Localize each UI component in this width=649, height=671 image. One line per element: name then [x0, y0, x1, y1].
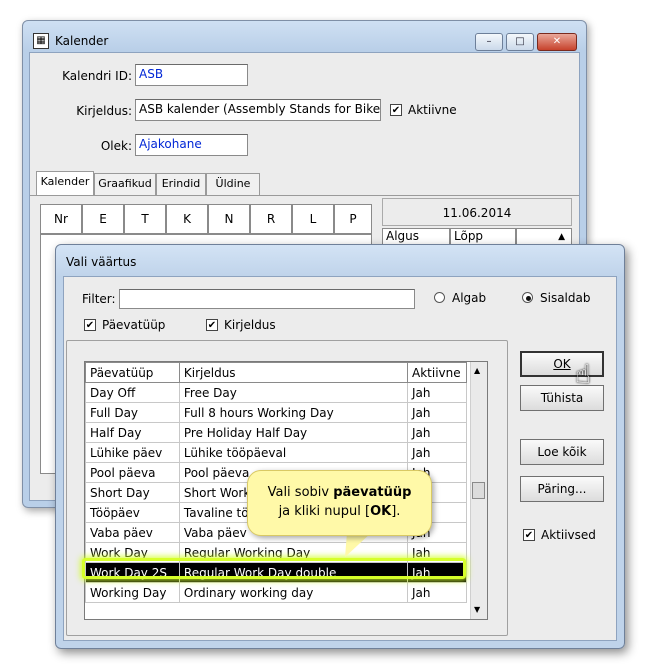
minimize-button[interactable]: – [475, 33, 503, 51]
callout-line1-text: Vali sobiv [267, 485, 334, 500]
tab-uldine[interactable]: Üldine [206, 173, 260, 195]
cell-description: Regular Working Day [178, 542, 409, 563]
cell-day-type: Lühike päev [85, 442, 180, 463]
col-header-active[interactable]: Aktiivne [407, 362, 467, 383]
ok-button-label: OK [553, 357, 571, 371]
list-row[interactable]: Work Day 2S Regular Work Day double Jah [85, 562, 467, 583]
cell-day-type: Vaba päev [85, 522, 180, 543]
scroll-up-icon[interactable]: ▲ [474, 366, 480, 375]
list-row[interactable]: Full Day Full 8 hours Working Day Jah [85, 402, 467, 423]
list-row[interactable]: Working Day Ordinary working day Jah [85, 582, 467, 603]
grid-col-nr: Nr [40, 204, 82, 234]
radio-starts-label: Algab [452, 291, 487, 305]
cell-day-type: Pool päeva [85, 462, 180, 483]
radio-contains-label: Sisaldab [540, 291, 591, 305]
list-scrollbar[interactable]: ▲ ▼ [470, 362, 487, 619]
grid-col-e: E [82, 204, 124, 234]
cell-active: Jah [407, 442, 467, 463]
col-header-description[interactable]: Kirjeldus [178, 362, 409, 383]
description-label: Kirjeldus: [76, 104, 132, 118]
calendar-icon: ▦ [33, 33, 49, 49]
col-header-day-type[interactable]: Päevatüüp [85, 362, 180, 383]
radio-contains[interactable] [522, 292, 533, 303]
grid-col-r: R [250, 204, 292, 234]
cell-description: Ordinary working day [178, 582, 409, 603]
cell-description: Pre Holiday Half Day [178, 422, 409, 443]
window-title: Kalender [55, 34, 109, 48]
cell-day-type: Short Day [85, 482, 180, 503]
cell-active: Jah [407, 422, 467, 443]
active-label: Aktiivne [408, 103, 457, 117]
check-day-type[interactable]: ✔ [84, 319, 96, 331]
callout-line1-bold: päevatüüp [333, 485, 412, 500]
tab-divider [30, 195, 579, 196]
cell-active: Jah [407, 562, 467, 583]
list-row[interactable]: Half Day Pre Holiday Half Day Jah [85, 422, 467, 443]
cell-active: Jah [407, 402, 467, 423]
state-field[interactable]: Ajakohane [135, 134, 248, 156]
cell-day-type: Work Day [85, 542, 180, 563]
radio-starts-with[interactable] [434, 292, 445, 303]
cell-day-type: Full Day [85, 402, 180, 423]
calendar-id-field[interactable]: ASB [135, 64, 248, 86]
list-row[interactable]: Work Day Regular Working Day Jah [85, 542, 467, 563]
grid-col-n: N [208, 204, 250, 234]
check-description-label: Kirjeldus [224, 318, 276, 332]
ok-button[interactable]: OK [520, 351, 604, 377]
scroll-thumb[interactable] [472, 482, 485, 499]
cell-day-type: Half Day [85, 422, 180, 443]
query-button[interactable]: Päring... [520, 476, 604, 502]
active-only-label: Aktiivsed [541, 528, 596, 542]
cell-description: Free Day [178, 382, 409, 403]
maximize-button[interactable]: □ [506, 33, 534, 51]
callout-line2-end: ]. [391, 504, 401, 519]
cell-description: Lühike tööpäeval [178, 442, 409, 463]
description-field[interactable]: ASB kalender (Assembly Stands for Bikes) [135, 99, 381, 121]
grid-col-t: T [124, 204, 166, 234]
tab-erindid[interactable]: Erindid [156, 173, 206, 195]
active-checkbox[interactable]: ✔ [390, 104, 402, 116]
scroll-down-icon[interactable]: ▼ [474, 605, 480, 614]
cell-description: Full 8 hours Working Day [178, 402, 409, 423]
callout-line2-bold: OK [370, 504, 392, 519]
grid-col-p: P [334, 204, 372, 234]
grid-col-k: K [166, 204, 208, 234]
cell-day-type: Tööpäev [85, 502, 180, 523]
calendar-id-label: Kalendri ID: [62, 69, 132, 83]
load-all-button[interactable]: Loe kõik [520, 439, 604, 465]
check-description[interactable]: ✔ [206, 319, 218, 331]
cell-day-type: Working Day [85, 582, 180, 603]
cell-day-type: Work Day 2S [85, 562, 180, 583]
list-row[interactable]: Lühike päev Lühike tööpäeval Jah [85, 442, 467, 463]
cell-description: Regular Work Day double [178, 562, 409, 583]
tab-graafikud[interactable]: Graafikud [94, 173, 156, 195]
state-label: Olek: [100, 139, 132, 153]
grid-col-l: L [292, 204, 334, 234]
cell-active: Jah [407, 582, 467, 603]
selected-date: 11.06.2014 [382, 198, 572, 226]
cancel-button[interactable]: Tühista [520, 385, 604, 411]
filter-input[interactable] [119, 289, 415, 309]
dialog-title: Vali väärtus [66, 255, 137, 269]
close-button[interactable]: ✕ [537, 33, 577, 51]
check-day-type-label: Päevatüüp [102, 318, 166, 332]
filter-label: Filter: [82, 292, 116, 306]
instruction-callout: Vali sobiv päevatüüp ja kliki nupul [OK]… [247, 470, 432, 536]
cell-day-type: Day Off [85, 382, 180, 403]
callout-line2-text: ja kliki nupul [ [278, 504, 371, 519]
list-row[interactable]: Day Off Free Day Jah [85, 382, 467, 403]
cell-active: Jah [407, 382, 467, 403]
cell-active: Jah [407, 542, 467, 563]
active-only-checkbox[interactable]: ✔ [523, 529, 535, 541]
tab-kalender[interactable]: Kalender [36, 171, 94, 195]
